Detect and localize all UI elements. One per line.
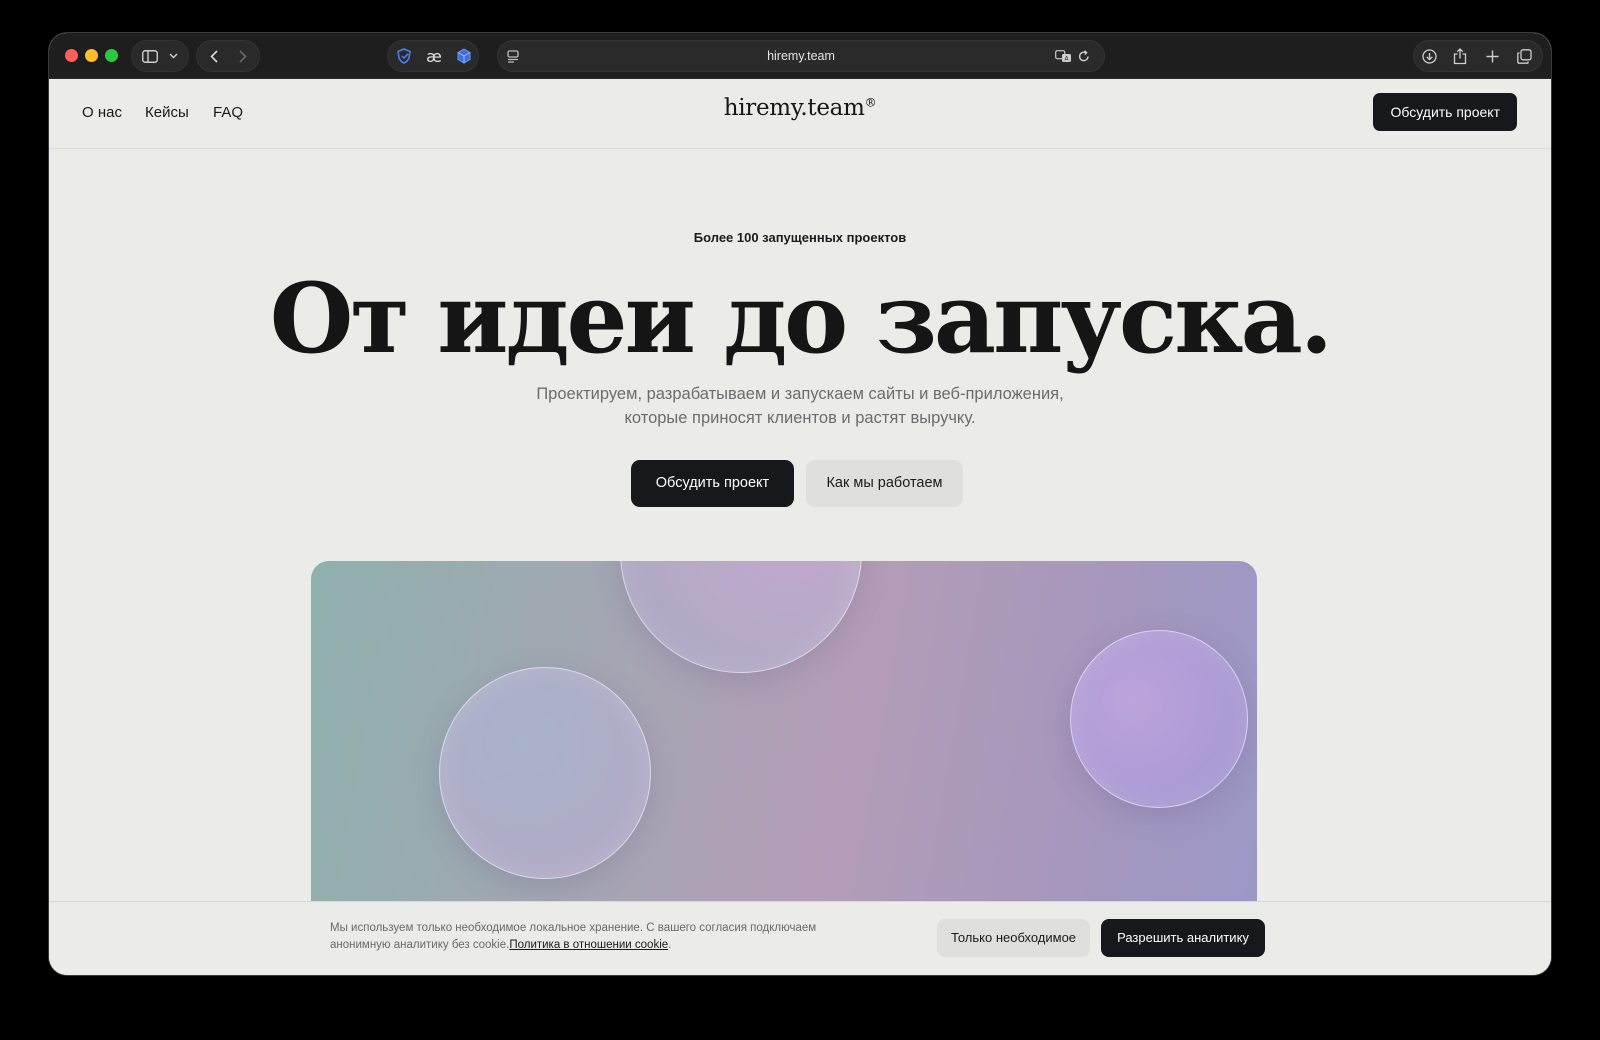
shield-extension-icon[interactable]	[394, 41, 414, 71]
share-icon[interactable]	[1450, 41, 1470, 71]
cookie-link-suffix: .	[668, 939, 672, 951]
history-nav-group	[196, 40, 260, 72]
minimize-window-button[interactable]	[85, 49, 98, 62]
cookie-banner: Мы используем только необходимое локальн…	[49, 901, 1551, 975]
essential-only-button[interactable]: Только необходимое	[937, 919, 1090, 957]
cookie-policy-link[interactable]: Политика в отношении cookie	[509, 939, 668, 951]
sidebar-icon[interactable]	[140, 41, 160, 71]
zoom-window-button[interactable]	[105, 49, 118, 62]
hero-eyebrow: Более 100 запущенных проектов	[693, 230, 907, 245]
glass-orb	[1070, 630, 1248, 808]
download-icon[interactable]	[1419, 41, 1439, 71]
new-tab-icon[interactable]	[1482, 41, 1502, 71]
sidebar-toggle-group	[131, 40, 189, 72]
address-bar[interactable]: hiremy.team A	[497, 40, 1105, 72]
how-we-work-button[interactable]: Как мы работаем	[806, 460, 963, 507]
cube-extension-icon[interactable]	[454, 41, 474, 71]
glass-orb	[620, 561, 862, 673]
translate-icon[interactable]: A	[1053, 41, 1073, 71]
back-arrow-icon[interactable]	[206, 41, 222, 71]
reload-icon[interactable]	[1075, 41, 1093, 71]
close-window-button[interactable]	[65, 49, 78, 62]
hero-title: От идеи до запуска.	[269, 262, 1333, 375]
cookie-text: Мы используем только необходимое локальн…	[330, 920, 870, 954]
chevron-down-icon[interactable]	[165, 41, 181, 71]
header-discuss-project-button[interactable]: Обсудить проект	[1373, 93, 1517, 131]
url-text: hiremy.team	[767, 49, 835, 63]
forward-arrow-icon[interactable]	[235, 41, 251, 71]
glass-orb	[439, 667, 651, 879]
browser-toolbar: æ hiremy.team A	[49, 33, 1551, 79]
hero-image	[311, 561, 1257, 901]
window-actions-group	[1413, 40, 1543, 72]
ae-extension-icon[interactable]: æ	[424, 41, 444, 71]
registered-mark: ®	[864, 95, 877, 110]
tab-overview-icon[interactable]	[1514, 41, 1534, 71]
allow-analytics-button[interactable]: Разрешить аналитику	[1101, 919, 1265, 957]
site-header: О нас Кейсы FAQ hiremy.team® Обсудить пр…	[49, 79, 1551, 149]
logo-text: hiremy.team	[723, 95, 865, 121]
hero-discuss-project-button[interactable]: Обсудить проект	[631, 460, 794, 507]
browser-window: æ hiremy.team A О нас Кейсы FAQ hiremy.t…	[49, 33, 1551, 975]
site-logo[interactable]: hiremy.team®	[49, 95, 1551, 121]
hero-subtitle: Проектируем, разрабатываем и запускаем с…	[536, 385, 1064, 427]
extensions-group: æ	[387, 40, 479, 72]
